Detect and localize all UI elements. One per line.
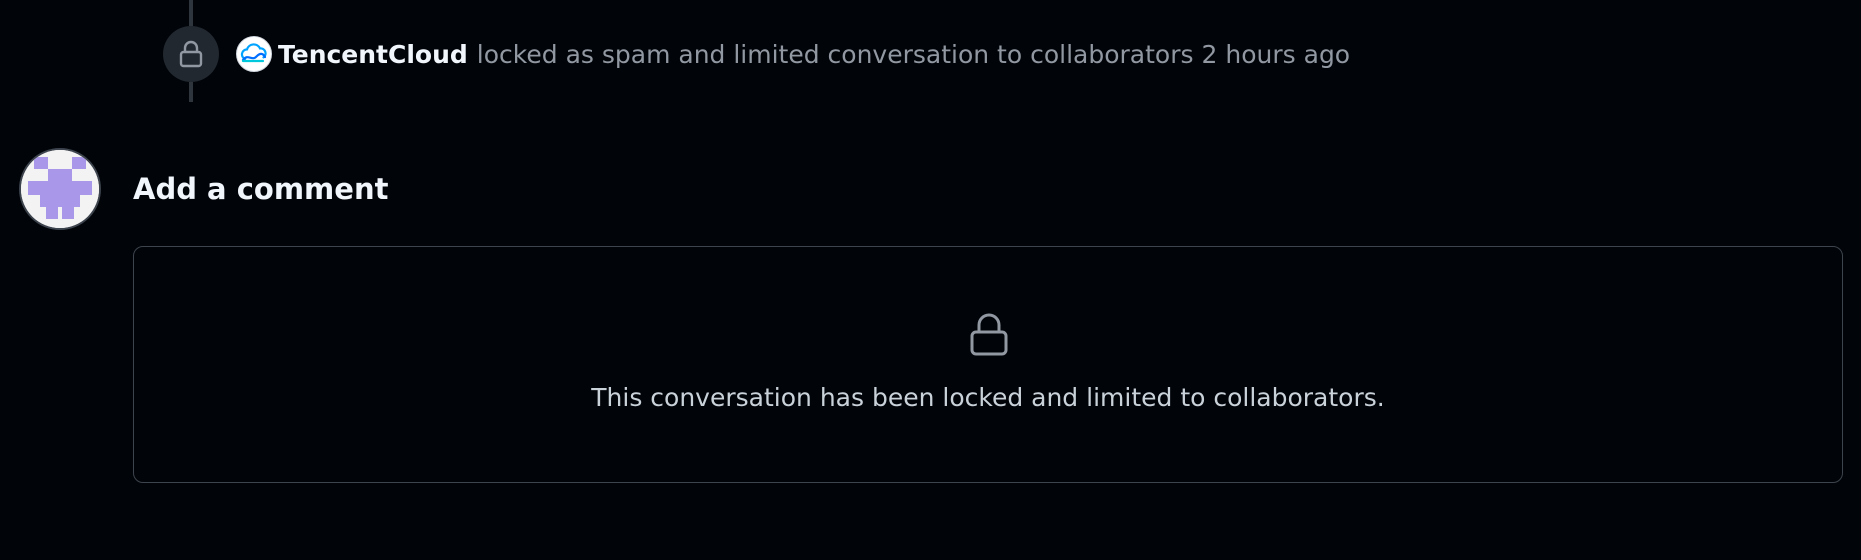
identicon-avatar: [21, 150, 99, 228]
lock-icon: [970, 313, 1008, 356]
cloud-icon: [240, 43, 267, 63]
locked-conversation-box: This conversation has been locked and li…: [133, 246, 1843, 483]
locked-message: This conversation has been locked and li…: [591, 383, 1385, 412]
timeline-event: TencentCloud locked as spam and limited …: [236, 36, 1350, 72]
actor-avatar[interactable]: [236, 36, 272, 72]
add-comment-heading: Add a comment: [133, 172, 389, 206]
event-description: locked as spam and limited conversation …: [476, 39, 1194, 69]
page: TencentCloud locked as spam and limited …: [0, 0, 1861, 560]
event-timestamp-link[interactable]: 2 hours ago: [1202, 40, 1351, 69]
timeline-line: [189, 0, 193, 26]
lock-icon: [179, 40, 203, 68]
actor-name-link[interactable]: TencentCloud: [278, 40, 468, 69]
timeline-line: [189, 82, 193, 102]
user-avatar[interactable]: [19, 148, 101, 230]
timeline-badge: [163, 26, 219, 82]
